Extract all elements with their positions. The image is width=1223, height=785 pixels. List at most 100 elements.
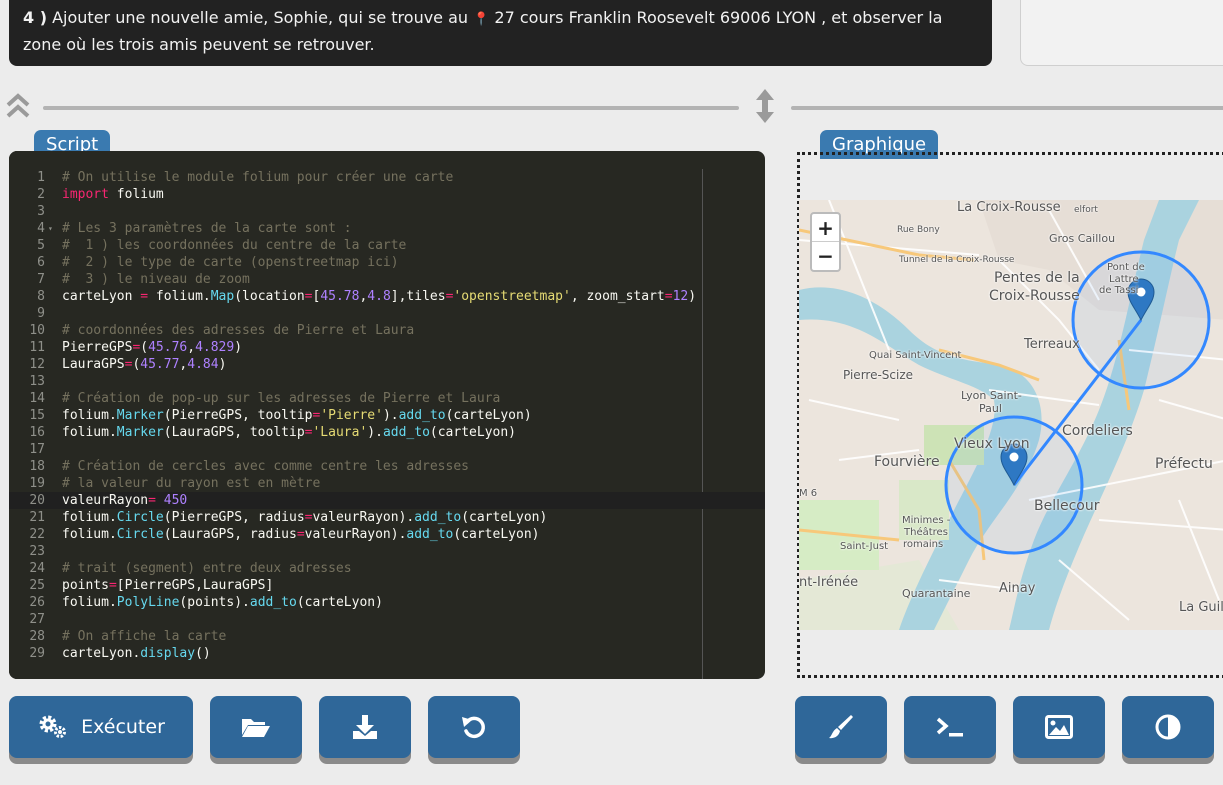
console-button[interactable] [904, 696, 996, 758]
run-button-label: Exécuter [81, 716, 165, 738]
download-button[interactable] [319, 696, 411, 758]
line-number: 24 [29, 561, 45, 576]
map-label: Bellecour [1034, 498, 1100, 514]
collapse-up-icon[interactable] [4, 92, 32, 120]
code-line[interactable]: 19 # la valeur du rayon est en mètre [9, 475, 765, 492]
code-text: # trait (segment) entre deux adresses [62, 561, 352, 576]
code-line[interactable]: 26 folium.PolyLine(points).add_to(carteLy… [9, 594, 765, 611]
zoom-in-button[interactable]: + [812, 214, 839, 242]
reset-button[interactable] [428, 696, 520, 758]
line-number: 23 [29, 544, 45, 559]
run-button[interactable]: Exécuter [9, 696, 193, 758]
code-line[interactable]: 14 # Création de pop-up sur les adresses … [9, 390, 765, 407]
code-line[interactable]: 4 ▾ # Les 3 paramètres de la carte sont : [9, 220, 765, 237]
code-line[interactable]: 20 valeurRayon= 450 [9, 492, 765, 509]
map-label: Cordeliers [1062, 423, 1133, 439]
map-label: Quai Saint-Vincent [869, 350, 962, 361]
image-button[interactable] [1013, 696, 1105, 758]
code-line[interactable]: 16 folium.Marker(LauraGPS, tooltip='Laura… [9, 424, 765, 441]
line-number: 7 [37, 272, 45, 287]
code-line[interactable]: 11 PierreGPS=(45.76,4.829) [9, 339, 765, 356]
map-view[interactable]: La Croix-Rousse Gros Caillou Pentes de la C… [799, 200, 1223, 630]
line-number: 19 [29, 476, 45, 491]
code-line[interactable]: 8 carteLyon = folium.Map(location=[45.78,… [9, 288, 765, 305]
line-number: 3 [37, 204, 45, 219]
code-line[interactable]: 15 folium.Marker(PierreGPS, tooltip='Pier… [9, 407, 765, 424]
side-panel [1020, 0, 1223, 66]
open-file-button[interactable] [210, 696, 302, 758]
location-pin-icon: 📍 [473, 12, 490, 27]
code-line[interactable]: 22 folium.Circle(LauraGPS, radius=valeurR… [9, 526, 765, 543]
code-line[interactable]: 6 # 2 ) le type de carte (openstreetmap i… [9, 254, 765, 271]
code-line[interactable]: 28 # On affiche la carte [9, 628, 765, 645]
code-line[interactable]: 25 points=[PierreGPS,LauraGPS] [9, 577, 765, 594]
resize-vertical-icon[interactable] [754, 88, 776, 124]
exercise-instruction: 4 ) Ajouter une nouvelle amie, Sophie, q… [9, 0, 992, 66]
code-line[interactable]: 1 # On utilise le module folium pour crée… [9, 169, 765, 186]
map-label: La Guillo [1179, 600, 1223, 615]
code-line[interactable]: 18 # Création de cercles avec comme centr… [9, 458, 765, 475]
code-line[interactable]: 21 folium.Circle(PierreGPS, radius=valeur… [9, 509, 765, 526]
divider-left [43, 106, 739, 110]
zoom-out-button[interactable]: − [812, 242, 839, 270]
map-label: Théâtres [904, 527, 948, 538]
code-line[interactable]: 10 # coordonnées des adresses de Pierre e… [9, 322, 765, 339]
map-label: M 6 [799, 488, 818, 499]
map-label: Lattre [1109, 274, 1139, 285]
code-text: PierreGPS=(45.76,4.829) [62, 340, 243, 355]
code-line[interactable]: 17 [9, 441, 765, 458]
code-text: valeurRayon= 450 [62, 493, 188, 508]
code-text: # Les 3 paramètres de la carte sont : [62, 221, 352, 236]
instruction-text-part1: Ajouter une nouvelle amie, Sophie, qui s… [52, 8, 469, 27]
clear-button[interactable] [795, 696, 887, 758]
folder-open-icon [242, 719, 270, 737]
map-label: Lyon Saint- [961, 389, 1022, 402]
code-line[interactable]: 24 # trait (segment) entre deux adresses [9, 560, 765, 577]
code-line[interactable]: 27 [9, 611, 765, 628]
code-text: # 1 ) les coordonnées du centre de la ca… [62, 238, 407, 253]
line-number: 21 [29, 510, 45, 525]
code-text: folium.Circle(PierreGPS, radius=valeurRa… [62, 510, 548, 525]
line-number: 25 [29, 578, 45, 593]
code-line[interactable]: 12 LauraGPS=(45.77,4.84) [9, 356, 765, 373]
map-label: Gros Caillou [1049, 232, 1116, 245]
line-number: 6 [37, 255, 45, 270]
code-text: # 3 ) le niveau de zoom [62, 272, 250, 287]
code-line[interactable]: 13 [9, 373, 765, 390]
line-number: 16 [29, 425, 45, 440]
map-label: Rue Bony [897, 225, 940, 235]
code-text: carteLyon.display() [62, 646, 211, 661]
map-label: romains [903, 539, 944, 550]
map-label: Fourvière [874, 454, 940, 470]
code-editor[interactable]: 1 # On utilise le module folium pour crée… [9, 151, 765, 679]
line-number: 15 [29, 408, 45, 423]
line-number: 10 [29, 323, 45, 338]
code-lines[interactable]: 1 # On utilise le module folium pour crée… [9, 169, 765, 662]
contrast-button[interactable] [1122, 696, 1214, 758]
line-number: 1 [37, 170, 45, 185]
map-label: Ainay [999, 581, 1036, 596]
undo-icon [462, 716, 485, 739]
image-icon [1045, 715, 1073, 739]
map-label: Croix-Rousse [989, 288, 1080, 304]
fold-toggle-icon[interactable]: ▾ [48, 220, 53, 237]
map-zoom-control[interactable]: + − [810, 212, 841, 272]
code-text: # Création de pop-up sur les adresses de… [62, 391, 501, 406]
code-line[interactable]: 5 # 1 ) les coordonnées du centre de la c… [9, 237, 765, 254]
map-label: nt-Irénée [799, 575, 859, 590]
code-line[interactable]: 3 [9, 203, 765, 220]
code-text: folium.PolyLine(points).add_to(carteLyon… [62, 595, 383, 610]
code-line[interactable]: 2 import folium [9, 186, 765, 203]
code-text: folium.Circle(LauraGPS, radius=valeurRay… [62, 527, 540, 542]
map-label: Quarantaine [902, 587, 971, 600]
divider-right [791, 106, 1223, 110]
code-line[interactable]: 29 carteLyon.display() [9, 645, 765, 662]
code-line[interactable]: 7 # 3 ) le niveau de zoom [9, 271, 765, 288]
map-label: La Croix-Rousse [957, 200, 1061, 215]
map-label: Pentes de la [994, 270, 1080, 286]
brush-icon [829, 715, 853, 739]
code-line[interactable]: 9 [9, 305, 765, 322]
map-label: Terreaux [1024, 337, 1080, 352]
code-line[interactable]: 23 [9, 543, 765, 560]
line-number: 20 [29, 493, 45, 508]
